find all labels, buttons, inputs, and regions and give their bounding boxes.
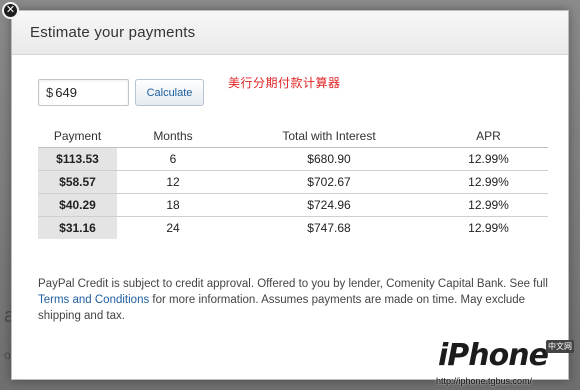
calculate-button[interactable]: Calculate <box>135 79 204 106</box>
watermark-badge: 中文网 <box>546 340 574 353</box>
annotation-label: 美行分期付款计算器 <box>228 76 341 90</box>
apr-cell: 12.99% <box>468 221 509 235</box>
table-header-row: Payment Months Total with Interest APR <box>38 127 548 148</box>
table-row: $58.57 12 $702.67 12.99% <box>38 170 548 194</box>
total-cell: $680.90 <box>229 147 429 171</box>
amount-value: 649 <box>55 85 77 100</box>
credit-disclaimer: PayPal Credit is subject to credit appro… <box>38 276 550 324</box>
table-row: $113.53 6 $680.90 12.99% <box>38 147 548 171</box>
column-header-payment: Payment <box>38 127 117 148</box>
screen: at o ✕ Estimate your payments $ 649 Calc… <box>0 0 580 390</box>
table-row: $40.29 18 $724.96 12.99% <box>38 193 548 217</box>
currency-symbol: $ <box>46 85 54 100</box>
terms-link[interactable]: Terms and Conditions <box>38 294 149 306</box>
months-cell: 6 <box>117 147 229 171</box>
payment-cell: $58.57 <box>38 170 117 194</box>
amount-input[interactable]: $ 649 <box>38 79 129 106</box>
disclaimer-text: PayPal Credit is subject to credit appro… <box>38 278 548 290</box>
watermark: iPhone 中文网 http://iphone.tgbus.com/ <box>436 338 574 386</box>
apr-cell: 12.99% <box>429 170 548 194</box>
table-row: $31.16 24 $747.68 12.99% <box>38 216 548 239</box>
payment-table: Payment Months Total with Interest APR $… <box>38 127 548 239</box>
watermark-url: http://iphone.tgbus.com/ <box>436 376 533 386</box>
apr-cell: 12.99% <box>429 193 548 217</box>
estimate-payments-modal: Estimate your payments $ 649 Calculate 美… <box>11 10 569 380</box>
column-header-apr: APR <box>429 127 548 148</box>
total-cell: $747.68 <box>307 221 351 235</box>
months-cell: 12 <box>117 170 229 194</box>
payment-cell: $113.53 <box>38 147 117 171</box>
payment-cell: $40.29 <box>38 193 117 217</box>
months-cell: 18 <box>117 193 229 217</box>
total-cell: $702.67 <box>229 170 429 194</box>
column-header-total: Total with Interest <box>229 127 429 148</box>
payment-cell: $31.16 <box>38 216 117 239</box>
total-cell: $724.96 <box>229 193 429 217</box>
column-header-months: Months <box>117 127 229 148</box>
apr-cell: 12.99% <box>429 147 548 171</box>
modal-header: Estimate your payments <box>12 11 568 55</box>
months-cell: 24 <box>166 221 180 235</box>
modal-title: Estimate your payments <box>30 24 196 41</box>
close-icon[interactable]: ✕ <box>2 2 19 19</box>
backdrop-text: o <box>4 348 11 362</box>
watermark-logo: iPhone <box>438 338 549 373</box>
